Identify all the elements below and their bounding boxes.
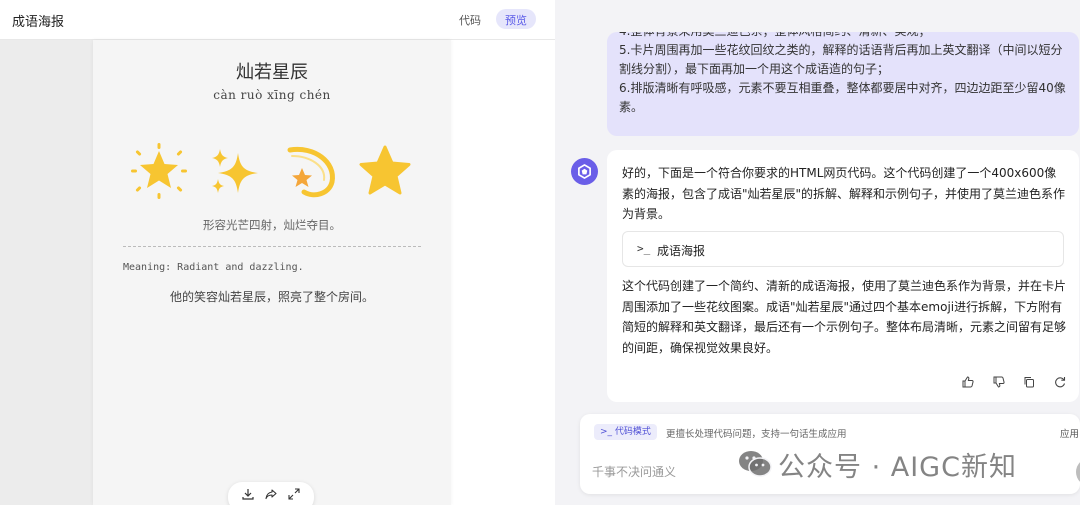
poster-example-sentence: 他的笑容灿若星辰，照亮了整个房间。 [169,290,374,304]
copy-icon[interactable] [1020,373,1038,391]
user-message-line: 5.卡片周围再加一些花纹回纹之类的，解释的话语背后再加上英文翻译（中间以短分 [619,43,1063,57]
code-artifact-title: 成语海报 [657,244,706,258]
regenerate-icon[interactable] [1051,373,1069,391]
user-message-line: 4.整体背景采用莫兰迪色系；整体风格简约、清新、美观； [619,32,1067,41]
idiom-poster: 灿若星辰 càn ruò xīng chén 形容光芒四射，灿烂夺目。 Mean… [93,40,451,505]
poster-pinyin: càn ruò xīng chén [213,88,331,102]
assistant-avatar [571,158,598,185]
assistant-logo-icon [578,164,591,179]
assistant-summary-text: 这个代码创建了一个简约、清新的成语海报，使用了莫兰迪色系作为背景，并在卡片周围添… [622,279,1067,355]
star-glowing-icon [131,143,187,199]
message-actions [959,373,1069,391]
user-message-line: 素。 [619,100,644,114]
expand-icon[interactable] [286,486,302,502]
dashed-divider [123,246,421,247]
preview-title: 成语海报 [12,15,65,30]
code-mode-hint: 更擅长处理代码问题，支持一句话生成应用 [666,429,847,440]
send-button[interactable] [1076,458,1080,486]
sparkles-icon [211,149,258,193]
preview-panel: 成语海报 代码 预览 灿若星辰 càn ruò xīng chén 形容光芒四射… [0,0,555,505]
terminal-prompt-icon: >_ [637,242,651,255]
tab-code[interactable]: 代码 [450,9,490,29]
download-icon[interactable] [240,486,256,502]
assistant-intro-text: 好的，下面是一个符合你要求的HTML网页代码。这个代码创建了一个400x600像… [622,166,1066,221]
emoji-row [131,140,413,202]
view-tabs: 代码 预览 [450,9,536,29]
preview-toolbar [228,482,314,505]
preview-header: 成语海报 代码 预览 [0,0,555,40]
watermark: 公众号 · AIGC新知 [738,444,1017,484]
tab-preview[interactable]: 预览 [496,9,536,29]
watermark-text: 公众号 · AIGC新知 [778,451,1017,483]
star-icon [359,145,411,195]
dizzy-icon [287,146,336,198]
thumbs-down-icon[interactable] [990,373,1008,391]
wechat-icon [739,451,772,477]
code-artifact-card[interactable]: >_ 成语海报 [622,231,1064,267]
poster-title: 灿若星辰 [236,62,308,83]
preview-gutter [451,40,555,505]
user-message: 4.整体背景采用莫兰迪色系；整体风格简约、清新、美观； 5.卡片周围再加一些花纹… [607,32,1079,136]
apps-link[interactable]: 应用 [1060,426,1079,440]
thumbs-up-icon[interactable] [959,373,977,391]
poster-english-meaning: Meaning: Radiant and dazzling. [123,262,304,273]
poster-explanation: 形容光芒四射，灿烂夺目。 [203,218,341,232]
user-message-line: 割线分割），最下面再加一个用这个成语造的句子； [619,62,890,76]
code-mode-chip[interactable]: >_ 代码模式 [594,424,657,440]
chat-panel: 4.整体背景采用莫兰迪色系；整体风格简约、清新、美观； 5.卡片周围再加一些花纹… [556,0,1080,505]
user-message-line: 6.排版清晰有呼吸感，元素不要互相重叠，整体都要居中对齐，四边边距至少留40像 [619,81,1066,95]
share-icon[interactable] [263,486,279,502]
assistant-message: 好的，下面是一个符合你要求的HTML网页代码。这个代码创建了一个400x600像… [607,150,1079,402]
